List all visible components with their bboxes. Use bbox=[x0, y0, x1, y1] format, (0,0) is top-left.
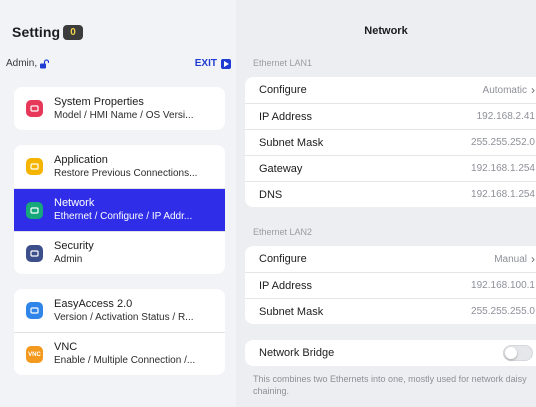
lan1-subnet-mask-value: 255.255.252.0 bbox=[471, 137, 535, 148]
chevron-right-icon: › bbox=[531, 83, 535, 97]
lan1-dns-row: DNS 192.168.1.254 bbox=[245, 181, 536, 207]
value-text: Manual bbox=[494, 253, 527, 265]
sidebar-title: Setting bbox=[12, 24, 61, 40]
exit-button[interactable]: EXIT bbox=[195, 58, 231, 69]
lan2-ip-address-value: 192.168.100.1 bbox=[471, 280, 535, 291]
lan1-gateway-value: 192.168.1.254 bbox=[471, 163, 535, 174]
sidebar-item-subtitle: Restore Previous Connections... bbox=[54, 167, 198, 179]
sidebar-item-security[interactable]: Security Admin bbox=[14, 231, 225, 274]
lan1-configure-label: Configure bbox=[259, 84, 307, 96]
lan1-configure-row[interactable]: Configure Automatic › bbox=[245, 77, 536, 103]
section-label-lan1: Ethernet LAN1 bbox=[253, 58, 313, 68]
sidebar-item-subtitle: Version / Activation Status / R... bbox=[54, 311, 194, 323]
sidebar: Setting 0 Admin, EXIT System Properties M… bbox=[0, 0, 236, 407]
sidebar-header: Setting 0 bbox=[0, 0, 236, 48]
lan2-subnet-mask-row: Subnet Mask 255.255.255.0 bbox=[245, 298, 536, 324]
sidebar-item-subtitle: Admin bbox=[54, 254, 83, 265]
lan1-dns-value: 192.168.1.254 bbox=[471, 189, 535, 200]
network-bridge-row[interactable]: Network Bridge bbox=[245, 340, 536, 366]
sidebar-item-title: Security bbox=[54, 240, 94, 252]
lan1-dns-label: DNS bbox=[259, 188, 283, 201]
lan2-ip-address-label: IP Address bbox=[259, 279, 312, 292]
lan2-configure-label: Configure bbox=[259, 253, 307, 265]
lan2-subnet-mask-label: Subnet Mask bbox=[259, 305, 324, 318]
lan2-card: Configure Manual › IP Address 192.168.100.1 S… bbox=[245, 246, 536, 324]
sidebar-item-title: System Properties bbox=[54, 95, 144, 108]
sidebar-group: Application Restore Previous Connections.… bbox=[14, 145, 225, 274]
section-label-lan2: Ethernet LAN2 bbox=[253, 227, 313, 237]
value-text: 255.255.252.0 bbox=[471, 137, 535, 148]
toggle-knob bbox=[505, 347, 517, 359]
unlock-icon bbox=[40, 58, 50, 68]
lan1-subnet-mask-row: Subnet Mask 255.255.252.0 bbox=[245, 129, 536, 155]
sidebar-item-subtitle: Enable / Multiple Connection /... bbox=[54, 355, 196, 366]
bridge-description: This combines two Ethernets into one, mo… bbox=[253, 374, 527, 396]
sidebar-item-vnc[interactable]: VNC VNC Enable / Multiple Connection /... bbox=[14, 332, 225, 375]
exit-label: EXIT bbox=[194, 58, 217, 69]
sidebar-group: System Properties Model / HMI Name / OS V… bbox=[14, 87, 225, 130]
globe-icon bbox=[26, 202, 43, 219]
sidebar-item-system-properties[interactable]: System Properties Model / HMI Name / OS V… bbox=[14, 87, 225, 130]
lan2-subnet-mask-value: 255.255.255.0 bbox=[471, 306, 535, 317]
value-text: 192.168.1.254 bbox=[471, 163, 535, 174]
lan1-ip-address-label: IP Address bbox=[259, 110, 312, 123]
sidebar-item-text: Security Admin bbox=[54, 240, 219, 266]
value-text: 255.255.255.0 bbox=[471, 306, 535, 317]
lan2-configure-value: Manual › bbox=[494, 252, 535, 266]
lan1-ip-address-row: IP Address 192.168.2.41 bbox=[245, 103, 536, 129]
sidebar-item-text: VNC Enable / Multiple Connection /... bbox=[54, 341, 219, 367]
value-text: Automatic bbox=[482, 84, 527, 96]
sidebar-item-title: EasyAccess 2.0 bbox=[54, 297, 133, 310]
lan2-ip-address-row: IP Address 192.168.100.1 bbox=[245, 272, 536, 298]
sidebar-item-title: Application bbox=[54, 153, 108, 166]
vnc-icon: VNC bbox=[26, 346, 43, 363]
chevron-right-icon: › bbox=[531, 252, 535, 266]
value-text: 192.168.100.1 bbox=[471, 280, 535, 291]
user-name: Admin, bbox=[6, 58, 38, 69]
network-bridge-toggle[interactable] bbox=[503, 345, 533, 361]
sidebar-item-subtitle: Ethernet / Configure / IP Addr... bbox=[54, 211, 193, 222]
sidebar-item-network[interactable]: Network Ethernet / Configure / IP Addr... bbox=[14, 188, 225, 231]
panel-header: Network bbox=[236, 0, 536, 48]
page-title: Network bbox=[364, 25, 408, 37]
sidebar-item-title: VNC bbox=[54, 341, 78, 353]
sidebar-item-easyaccess-2-0[interactable]: EasyAccess 2.0 Version / Activation Statu… bbox=[14, 289, 225, 332]
lan1-subnet-mask-label: Subnet Mask bbox=[259, 136, 324, 149]
user-status[interactable]: Admin, bbox=[6, 58, 50, 69]
application-icon bbox=[26, 158, 43, 175]
value-text: 192.168.1.254 bbox=[471, 189, 535, 200]
lan1-card: Configure Automatic › IP Address 192.168.2.4… bbox=[245, 77, 536, 207]
sidebar-item-application[interactable]: Application Restore Previous Connections.… bbox=[14, 145, 225, 188]
system-properties-icon bbox=[26, 100, 43, 117]
sidebar-group: EasyAccess 2.0 Version / Activation Statu… bbox=[14, 289, 225, 375]
sidebar-item-text: EasyAccess 2.0 Version / Activation Statu… bbox=[54, 298, 219, 324]
lan2-configure-row[interactable]: Configure Manual › bbox=[245, 246, 536, 272]
exit-icon bbox=[221, 58, 231, 69]
sidebar-item-subtitle: Model / HMI Name / OS Versi... bbox=[54, 109, 194, 121]
network-bridge-label: Network Bridge bbox=[259, 347, 335, 359]
lan1-gateway-row: Gateway 192.168.1.254 bbox=[245, 155, 536, 181]
sidebar-item-text: System Properties Model / HMI Name / OS V… bbox=[54, 96, 219, 122]
network-panel: Network Ethernet LAN1 Configure Automatic… bbox=[236, 0, 536, 407]
bridge-card: Network Bridge bbox=[245, 340, 536, 366]
value-text: 192.168.2.41 bbox=[476, 111, 535, 122]
easyaccess-icon bbox=[26, 302, 43, 319]
sidebar-item-title: Network bbox=[54, 197, 95, 209]
lan1-gateway-label: Gateway bbox=[259, 162, 303, 175]
notification-badge[interactable]: 0 bbox=[63, 25, 83, 40]
sidebar-item-text: Network Ethernet / Configure / IP Addr... bbox=[54, 197, 219, 223]
security-icon bbox=[26, 245, 43, 262]
lan1-ip-address-value: 192.168.2.41 bbox=[477, 111, 535, 122]
lan1-configure-value: Automatic › bbox=[483, 83, 535, 97]
sidebar-item-text: Application Restore Previous Connections.… bbox=[54, 154, 219, 180]
